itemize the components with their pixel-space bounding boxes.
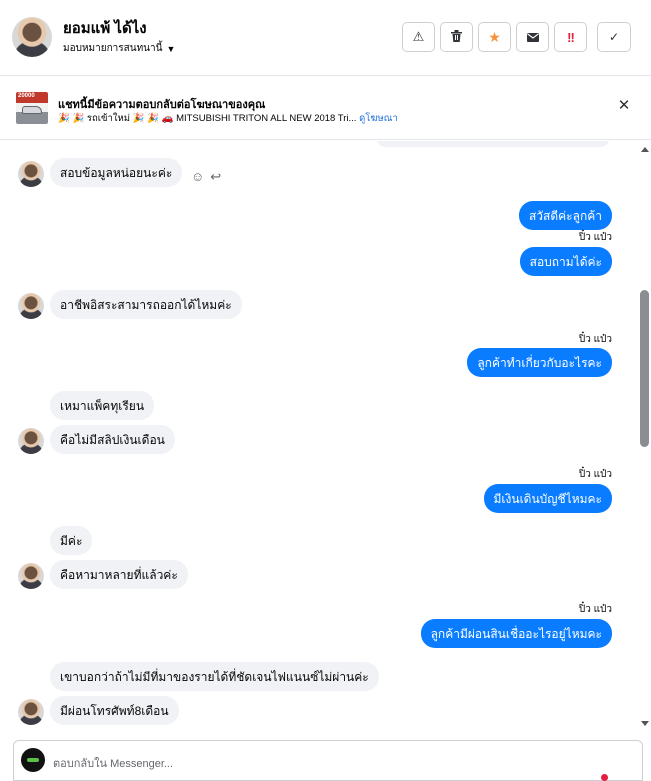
warning-icon: ⚠ <box>412 29 425 44</box>
incoming-message[interactable]: มีผ่อนโทรศัพท์8เดือน <box>50 696 179 725</box>
exclamation-icon: !! <box>567 29 575 45</box>
check-icon: ✓ <box>608 30 620 44</box>
ad-banner-subtitle: 🎉 🎉 รถเข้าใหม่ 🎉 🎉 🚗 MITSUBISHI TRITON A… <box>58 111 398 126</box>
incoming-message[interactable]: คือไม่มีสลิปเงินเดือน <box>50 425 175 454</box>
reply-composer[interactable]: ตอบกลับใน Messenger... <box>13 740 643 781</box>
incoming-message[interactable]: สอบข้อมูลหน่อยนะค่ะ <box>50 158 183 187</box>
reply-input-placeholder[interactable]: ตอบกลับใน Messenger... <box>53 754 173 772</box>
message-thread[interactable]: สอบข้อมูลหน่อยนะค่ะ ☺ ↩ สวัสดีค่ะลูกค้า … <box>0 141 651 735</box>
star-icon: ★ <box>488 28 501 45</box>
caret-down-icon: ▼ <box>166 43 176 54</box>
contact-avatar-small[interactable] <box>18 293 44 319</box>
page-avatar <box>21 748 45 772</box>
incoming-message[interactable]: มีค่ะ <box>50 526 93 555</box>
outgoing-message[interactable]: ลูกค้ามีผ่อนสินเชื่ออะไรอยู่ไหมคะ <box>420 619 612 648</box>
contact-avatar-small[interactable] <box>18 428 44 454</box>
scroll-up-arrow-icon[interactable] <box>641 147 649 152</box>
contact-avatar-small[interactable] <box>18 161 44 187</box>
view-ad-link[interactable]: ดูโฆษณา <box>359 113 398 124</box>
contact-avatar-small[interactable] <box>18 563 44 589</box>
contact-name[interactable]: ยอมแพ้ ได้ไง <box>63 16 147 40</box>
scrollbar-thumb[interactable] <box>640 290 649 447</box>
notification-dot-icon <box>601 774 608 781</box>
emoji-react-icon[interactable]: ☺ <box>191 169 204 185</box>
mark-unread-button[interactable] <box>516 22 549 52</box>
assign-conversation-dropdown[interactable]: มอบหมายการสนทนานี้ ▼ <box>63 41 175 56</box>
scroll-down-arrow-icon[interactable] <box>641 721 649 726</box>
sender-name: ปิ๋ว แป๋ว <box>578 604 612 615</box>
ad-description: 🎉 🎉 รถเข้าใหม่ 🎉 🎉 🚗 MITSUBISHI TRITON A… <box>58 113 360 124</box>
contact-avatar-small[interactable] <box>18 699 44 725</box>
previous-message-bubble <box>376 141 610 147</box>
incoming-message[interactable]: คือหามาหลายที่แล้วค่ะ <box>50 560 188 589</box>
contact-avatar[interactable] <box>12 17 52 57</box>
follow-up-star-button[interactable]: ★ <box>478 22 511 52</box>
mail-icon <box>526 30 539 45</box>
ad-thumbnail-price: 20000 <box>18 93 35 99</box>
car-image <box>22 106 42 114</box>
outgoing-message[interactable]: สอบถามได้ค่ะ <box>519 247 612 276</box>
trash-icon <box>451 29 462 45</box>
outgoing-message[interactable]: ลูกค้าทำเกี่ยวกับอะไรคะ <box>467 348 612 377</box>
incoming-message[interactable]: อาชีพอิสระสามารถออกได้ไหมค่ะ <box>50 290 242 319</box>
conversation-actions: ⚠ ★ !! ✓ <box>402 22 631 52</box>
incoming-message[interactable]: เหมาแพ็คทุเรียน <box>50 391 155 420</box>
assign-label: มอบหมายการสนทนานี้ <box>63 43 163 54</box>
message-action-icons: ☺ ↩ <box>191 169 221 185</box>
outgoing-message[interactable]: สวัสดีค่ะลูกค้า <box>518 201 612 230</box>
outgoing-message[interactable]: มีเงินเดินบัญชีไหมคะ <box>483 484 612 513</box>
delete-button[interactable] <box>440 22 473 52</box>
ad-reply-banner: 20000 แชทนี้มีข้อความตอบกลับต่อโฆษณาของค… <box>0 77 651 140</box>
close-icon[interactable]: ✕ <box>617 98 631 113</box>
mark-important-button[interactable]: !! <box>554 22 587 52</box>
mark-done-button[interactable]: ✓ <box>597 22 631 52</box>
sender-name: ปิ๋ว แป๋ว <box>578 232 612 243</box>
conversation-header: ยอมแพ้ ได้ไง มอบหมายการสนทนานี้ ▼ ⚠ ★ !!… <box>0 0 651 76</box>
mark-spam-button[interactable]: ⚠ <box>402 22 435 52</box>
reply-icon[interactable]: ↩ <box>210 169 221 185</box>
ad-thumbnail[interactable]: 20000 <box>16 92 48 124</box>
incoming-message[interactable]: เขาบอกว่าถ้าไม่มีที่มาของรายได้ที่ชัดเจน… <box>50 662 379 691</box>
sender-name: ปิ๋ว แป๋ว <box>578 469 612 480</box>
sender-name: ปิ๋ว แป๋ว <box>578 334 612 345</box>
